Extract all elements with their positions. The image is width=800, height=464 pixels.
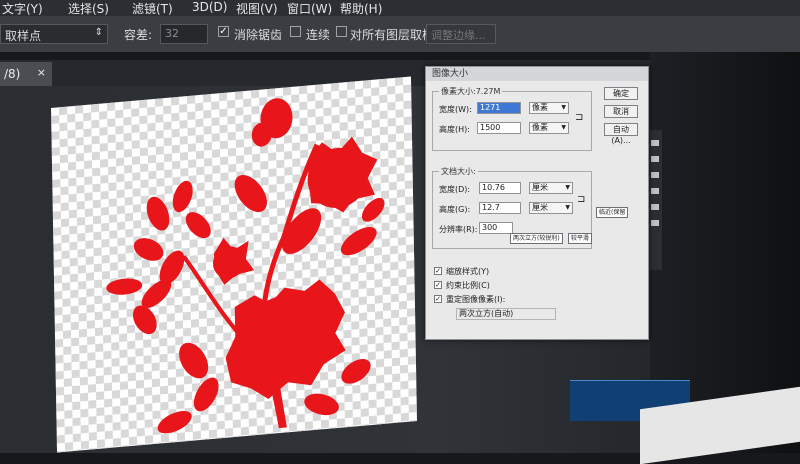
sample-all-layers-checkbox[interactable]	[336, 26, 347, 37]
chevron-down-icon: ▼	[565, 204, 570, 211]
resample-checkbox[interactable]: ✓	[434, 295, 442, 303]
doc-height-unit-select[interactable]: 厘米 ▼	[529, 202, 573, 214]
resample-tooltip-c: 临近(保留	[596, 207, 629, 218]
px-width-label: 宽度(W):	[439, 105, 472, 114]
resample-tooltip-a: 两次立方(较锐利)	[510, 233, 563, 244]
link-chain-icon: ⊐	[575, 112, 584, 123]
menu-filter[interactable]: 滤镜(T)	[132, 0, 173, 17]
sample-size-value: 取样点	[5, 29, 42, 43]
cancel-button[interactable]: 取消	[604, 105, 638, 118]
image-canvas[interactable]	[51, 76, 417, 453]
flower-silhouette	[106, 98, 385, 434]
tolerance-label: 容差:	[124, 28, 153, 42]
anti-alias-checkbox[interactable]: ✓	[218, 26, 229, 37]
auto-button[interactable]: 自动(A)...	[604, 123, 638, 145]
chevron-down-icon: ▼	[561, 104, 566, 111]
px-width-input[interactable]: 1271	[477, 102, 521, 114]
resample-tooltip-b: 较平滑	[568, 233, 593, 244]
menu-view[interactable]: 视图(V)	[236, 0, 278, 17]
chevron-down-icon: ⇕	[94, 27, 103, 38]
sample-size-select[interactable]: 取样点 ⇕	[0, 24, 108, 44]
pixel-dimensions-label: 像素大小:7.27M	[439, 86, 503, 97]
doc-height-label: 高度(G):	[439, 205, 471, 214]
px-height-unit-select[interactable]: 像素 ▼	[529, 122, 569, 134]
menu-window[interactable]: 窗口(W)	[287, 0, 332, 17]
px-width-unit: 像素	[532, 103, 548, 112]
ok-button[interactable]: 确定	[604, 87, 638, 100]
resample-label: 重定图像像素(I):	[446, 295, 506, 304]
doc-width-input[interactable]: 10.76	[479, 182, 521, 194]
scale-styles-checkbox[interactable]: ✓	[434, 267, 442, 275]
sample-all-layers-label: 对所有图层取样	[350, 28, 435, 42]
resample-method-select[interactable]: 两次立方(自动)	[456, 308, 556, 320]
menu-help[interactable]: 帮助(H)	[340, 0, 382, 17]
refine-edge-button[interactable]: 调整边缘...	[426, 24, 496, 44]
menu-3d[interactable]: 3D(D)	[192, 0, 227, 14]
contiguous-checkbox[interactable]	[290, 26, 301, 37]
px-height-label: 高度(H):	[439, 125, 470, 134]
scale-styles-label: 缩放样式(Y)	[446, 267, 490, 276]
doc-height-unit: 厘米	[532, 203, 548, 212]
close-icon[interactable]: ×	[37, 66, 46, 79]
document-tab[interactable]: /8) ×	[0, 62, 52, 86]
constrain-proportions-checkbox[interactable]: ✓	[434, 281, 442, 289]
menu-bar: 文字(Y) 选择(S) 滤镜(T) 3D(D) 视图(V) 窗口(W) 帮助(H…	[0, 0, 800, 16]
px-height-input[interactable]: 1500	[477, 122, 521, 134]
doc-width-label: 宽度(D):	[439, 185, 471, 194]
pixel-dimensions-group: 像素大小:7.27M 宽度(W): 1271 像素 ▼ 高度(H): 1500 …	[432, 86, 592, 151]
dialog-title: 图像大小	[426, 67, 648, 81]
resample-method-value: 两次立方(自动)	[459, 309, 514, 318]
resolution-label: 分辨率(R):	[439, 225, 478, 234]
menu-text[interactable]: 文字(Y)	[2, 0, 43, 17]
contiguous-label: 连续	[306, 28, 331, 42]
px-width-unit-select[interactable]: 像素 ▼	[529, 102, 569, 114]
doc-height-input[interactable]: 12.7	[479, 202, 521, 214]
anti-alias-label: 消除锯齿	[234, 28, 283, 42]
document-size-label: 文档大小:	[439, 166, 478, 177]
link-chain-icon: ⊐	[577, 194, 586, 205]
constrain-proportions-label: 约束比例(C)	[446, 281, 490, 290]
resolution-input[interactable]: 300	[479, 222, 513, 234]
panel-dock	[648, 130, 662, 270]
image-size-dialog: 图像大小 像素大小:7.27M 宽度(W): 1271 像素 ▼ 高度(H): …	[425, 66, 649, 340]
doc-width-unit: 厘米	[532, 183, 548, 192]
chevron-down-icon: ▼	[561, 124, 566, 131]
menu-select[interactable]: 选择(S)	[68, 0, 109, 17]
options-bar: 取样点 ⇕ 容差: 32 ✓ 消除锯齿 连续 对所有图层取样 调整边缘...	[0, 16, 800, 52]
px-height-unit: 像素	[532, 123, 548, 132]
doc-width-unit-select[interactable]: 厘米 ▼	[529, 182, 573, 194]
chevron-down-icon: ▼	[565, 184, 570, 191]
document-tab-label: /8)	[4, 67, 21, 81]
tolerance-input[interactable]: 32	[160, 24, 208, 44]
